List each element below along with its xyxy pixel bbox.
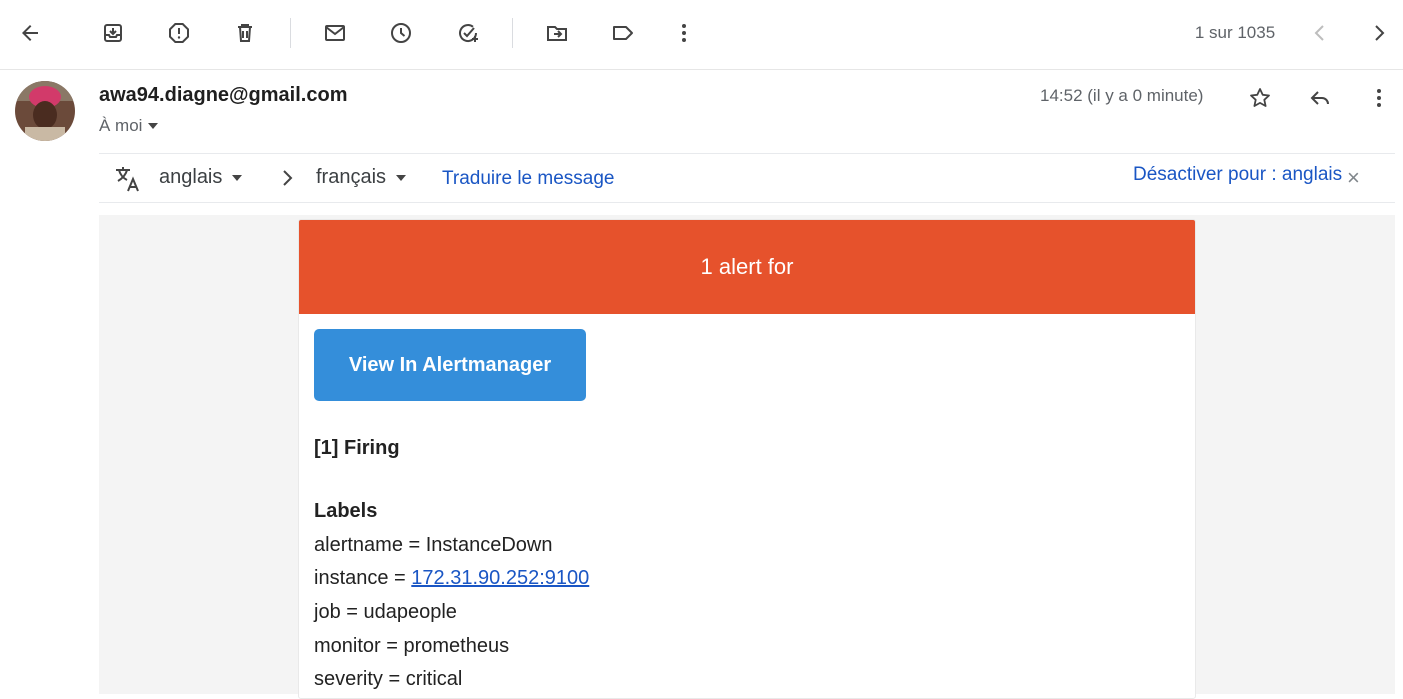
chevron-right-icon [283, 170, 293, 186]
label-instance-key: instance = [314, 567, 412, 589]
toolbar-divider [512, 18, 513, 48]
chevron-right-icon [1375, 25, 1385, 41]
toolbar: 1 sur 1035 [0, 0, 1403, 70]
translate-message-link[interactable]: Traduire le message [442, 168, 614, 190]
sender-email[interactable]: awa94.diagne@gmail.com [99, 84, 347, 107]
source-language-select[interactable]: anglais [159, 166, 243, 189]
move-to-icon [547, 26, 567, 41]
move-to-button[interactable] [537, 13, 577, 53]
source-language-label: anglais [159, 166, 223, 188]
translate-icon [116, 167, 139, 192]
close-icon[interactable]: × [1347, 167, 1360, 189]
add-task-icon [459, 24, 478, 42]
view-in-alertmanager-button[interactable]: View In Alertmanager [314, 329, 586, 401]
label-severity: severity = critical [314, 668, 463, 690]
instance-link[interactable]: 172.31.90.252:9100 [411, 567, 589, 589]
message-time: 14:52 (il y a 0 minute) [1040, 86, 1204, 105]
disable-translation-link[interactable]: Désactiver pour : anglais [1133, 164, 1342, 186]
email-body: 1 alert for View In Alertmanager [1] Fir… [99, 215, 1395, 699]
labels-heading: Labels [314, 500, 378, 522]
label-icon [613, 26, 633, 40]
translation-bar: anglais français Traduire le message Dés… [99, 153, 1395, 203]
star-icon [1250, 88, 1270, 107]
recipient-details[interactable]: À moi [99, 116, 159, 136]
delete-button[interactable] [225, 13, 265, 53]
star-button[interactable] [1240, 78, 1280, 118]
mark-unread-button[interactable] [315, 13, 355, 53]
more-vert-icon [682, 24, 686, 42]
toolbar-divider [290, 18, 291, 48]
label-button[interactable] [603, 13, 643, 53]
more-options-button[interactable] [664, 13, 704, 53]
snooze-icon [391, 23, 411, 43]
alert-card: 1 alert for View In Alertmanager [1] Fir… [298, 219, 1196, 699]
pager-count: 1 sur 1035 [1194, 23, 1276, 42]
target-language-label: français [316, 166, 387, 188]
avatar[interactable] [15, 81, 75, 141]
add-task-button[interactable] [448, 13, 488, 53]
delete-icon [238, 24, 252, 42]
alert-header-title: 1 alert for [700, 254, 794, 279]
label-job: job = udapeople [314, 601, 457, 623]
archive-button[interactable] [93, 13, 133, 53]
newer-button[interactable] [1300, 13, 1340, 53]
label-monitor: monitor = prometheus [314, 635, 510, 657]
alert-header: 1 alert for [299, 220, 1195, 314]
report-spam-button[interactable] [159, 13, 199, 53]
caret-down-icon [148, 123, 159, 129]
firing-heading: [1] Firing [314, 437, 400, 459]
avatar-image [15, 81, 75, 141]
label-instance: instance = 172.31.90.252:9100 [314, 567, 589, 590]
caret-down-icon [232, 174, 243, 181]
snooze-button[interactable] [381, 13, 421, 53]
more-vert-icon [1377, 89, 1381, 107]
label-alertname: alertname = InstanceDown [314, 534, 553, 556]
caret-down-icon [396, 174, 407, 181]
reply-button[interactable] [1300, 78, 1340, 118]
target-language-select[interactable]: français [316, 166, 407, 189]
mark-unread-icon [325, 25, 345, 41]
reply-icon [1310, 91, 1329, 105]
message-more-button[interactable] [1359, 78, 1399, 118]
back-arrow-icon [22, 25, 38, 41]
report-spam-icon [169, 23, 189, 43]
archive-icon [104, 24, 122, 42]
recipient-label: À moi [99, 116, 143, 135]
older-button[interactable] [1359, 13, 1399, 53]
chevron-left-icon [1314, 25, 1324, 41]
back-button[interactable] [10, 13, 50, 53]
